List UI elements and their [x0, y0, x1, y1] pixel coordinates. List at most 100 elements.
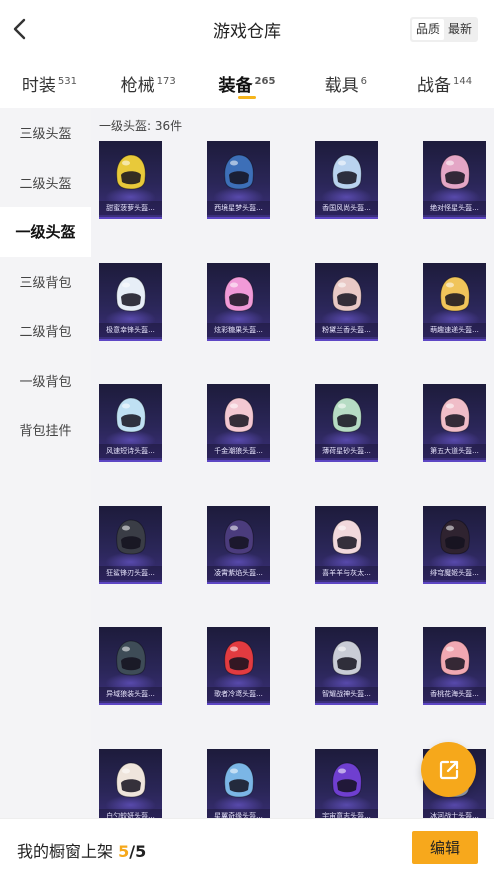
item-card[interactable]: 喜羊羊与灰太...: [315, 505, 378, 584]
item-grid: 甜蜜菠萝头盔... 西境星梦头盔... 香国风尚头盔... 绝对怪星头盔... 极意幸锋…: [91, 141, 494, 818]
tab-count: 6: [360, 76, 367, 87]
item-card[interactable]: 白勺蛟妍头盔...: [99, 748, 162, 818]
tab-guns[interactable]: 枪械 173: [99, 58, 198, 108]
item-name: 香国风尚头盔...: [315, 201, 378, 215]
tab-label: 战备: [417, 76, 452, 96]
helmet-icon: [332, 154, 362, 190]
item-card[interactable]: 极意幸锋头盔...: [99, 262, 162, 341]
helmet-icon: [116, 275, 146, 312]
item-name: 萌趣速递头盔...: [423, 322, 486, 337]
item-cell: 第五大道头盔...: [423, 384, 494, 506]
item-card[interactable]: 西境星梦头盔...: [207, 141, 270, 219]
header: 游戏仓库 品质 最新: [0, 0, 494, 58]
tab-count: 173: [156, 76, 176, 87]
tab-vehicles[interactable]: 载具 6: [296, 58, 395, 108]
tab-count: 531: [57, 76, 77, 87]
item-card[interactable]: 绯穹魔姬头盔...: [423, 505, 486, 584]
item-name: 西境星梦头盔...: [207, 201, 270, 215]
showcase-status: 我的橱窗上架 5/5: [17, 838, 146, 862]
item-card[interactable]: 香国风尚头盔...: [315, 141, 378, 219]
category-tabs: 时装 531 枪械 173 装备 265 载具 6 战备 144: [0, 58, 494, 108]
sort-toggle: 品质 最新: [409, 17, 478, 42]
item-name: 绯穹魔姬头盔...: [423, 565, 486, 580]
edit-button[interactable]: 编辑: [412, 831, 478, 864]
item-cell: 千金潮狼头盔...: [207, 384, 315, 506]
item-card[interactable]: 星翼奇缘头盔...: [207, 748, 270, 818]
item-card[interactable]: 凌霄紫焰头盔...: [207, 505, 270, 584]
item-card[interactable]: 异域狼装头盔...: [99, 627, 162, 705]
item-name: 香桃花海头盔...: [423, 687, 486, 701]
tab-supplies[interactable]: 战备 144: [395, 58, 494, 108]
item-card[interactable]: 风速短诗头盔...: [99, 384, 162, 462]
item-name: 极意幸锋头盔...: [99, 322, 162, 337]
sidebar-item-backpack-pendant[interactable]: 背包挂件: [0, 405, 91, 455]
item-cell: 狂鲨锋刃头盔...: [99, 505, 207, 628]
sidebar-item-backpack-lv3[interactable]: 三级背包: [0, 257, 91, 307]
helmet-icon: [440, 397, 470, 433]
item-card[interactable]: 狂鲨锋刃头盔...: [99, 505, 162, 584]
helmet-icon: [332, 761, 362, 798]
helmet-icon: [116, 518, 146, 555]
sidebar-item-helmet-lv2[interactable]: 二级头盔: [0, 158, 91, 208]
item-name: 绝对怪星头盔...: [423, 201, 486, 215]
item-name: 智耀战神头盔...: [315, 687, 378, 701]
item-card[interactable]: 第五大道头盔...: [423, 384, 486, 462]
item-cell: 风速短诗头盔...: [99, 384, 207, 506]
sidebar-item-helmet-lv1[interactable]: 一级头盔: [0, 207, 91, 257]
sort-option-quality[interactable]: 品质: [411, 19, 444, 40]
item-cell: 绯穹魔姬头盔...: [423, 505, 494, 628]
helmet-icon: [332, 518, 362, 555]
helmet-icon: [116, 761, 146, 798]
tab-label: 枪械: [120, 76, 155, 96]
tab-label: 载具: [324, 76, 359, 96]
helmet-icon: [332, 640, 362, 676]
item-name: 凌霄紫焰头盔...: [207, 565, 270, 580]
helmet-icon: [440, 518, 470, 555]
share-button[interactable]: [421, 742, 476, 797]
sort-option-newest[interactable]: 最新: [444, 19, 476, 40]
item-card[interactable]: 薄荷星砂头盔...: [315, 384, 378, 462]
item-cell: 智耀战神头盔...: [315, 627, 423, 749]
item-name: 粉黛兰香头盔...: [315, 322, 378, 337]
helmet-icon: [224, 640, 254, 676]
item-cell: 星翼奇缘头盔...: [207, 748, 315, 818]
item-cell: 白勺蛟妍头盔...: [99, 748, 207, 818]
tab-equipment[interactable]: 装备 265: [198, 58, 297, 108]
item-card[interactable]: 智耀战神头盔...: [315, 627, 378, 705]
item-name: 薄荷星砂头盔...: [315, 444, 378, 458]
item-name: 狂鲨锋刃头盔...: [99, 565, 162, 580]
item-cell: 西境星梦头盔...: [207, 141, 315, 263]
item-card[interactable]: 歌者冷鸢头盔...: [207, 627, 270, 705]
item-card[interactable]: 萌趣速递头盔...: [423, 262, 486, 341]
item-card[interactable]: 千金潮狼头盔...: [207, 384, 270, 462]
item-name: 宇宙意志头盔...: [315, 808, 378, 818]
item-cell: 炫彩糖果头盔...: [207, 262, 315, 385]
helmet-icon: [116, 154, 146, 190]
tab-fashion[interactable]: 时装 531: [0, 58, 99, 108]
item-card[interactable]: 绝对怪星头盔...: [423, 141, 486, 219]
item-cell: 喜羊羊与灰太...: [315, 505, 423, 628]
item-name: 千金潮狼头盔...: [207, 444, 270, 458]
item-cell: 歌者冷鸢头盔...: [207, 627, 315, 749]
sidebar-item-helmet-lv3[interactable]: 三级头盔: [0, 108, 91, 158]
sidebar-item-backpack-lv1[interactable]: 一级背包: [0, 356, 91, 406]
tab-active-indicator: [237, 96, 256, 99]
item-name: 异域狼装头盔...: [99, 687, 162, 701]
item-card[interactable]: 甜蜜菠萝头盔...: [99, 141, 162, 219]
showcase-label: 我的橱窗上架: [17, 842, 114, 861]
item-cell: 香国风尚头盔...: [315, 141, 423, 263]
item-card[interactable]: 香桃花海头盔...: [423, 627, 486, 705]
bottom-bar: 我的橱窗上架 5/5 编辑: [0, 818, 494, 875]
item-name: 白勺蛟妍头盔...: [99, 808, 162, 818]
sidebar-item-backpack-lv2[interactable]: 二级背包: [0, 306, 91, 356]
item-card[interactable]: 粉黛兰香头盔...: [315, 262, 378, 341]
helmet-icon: [440, 640, 470, 676]
tab-count: 144: [453, 76, 473, 87]
tab-count: 265: [254, 76, 276, 87]
helmet-icon: [224, 154, 254, 190]
item-name: 冰河战士头盔...: [423, 808, 486, 818]
item-card[interactable]: 炫彩糖果头盔...: [207, 262, 270, 341]
tab-label: 装备: [218, 76, 253, 96]
item-card[interactable]: 宇宙意志头盔...: [315, 748, 378, 818]
item-name: 歌者冷鸢头盔...: [207, 687, 270, 701]
